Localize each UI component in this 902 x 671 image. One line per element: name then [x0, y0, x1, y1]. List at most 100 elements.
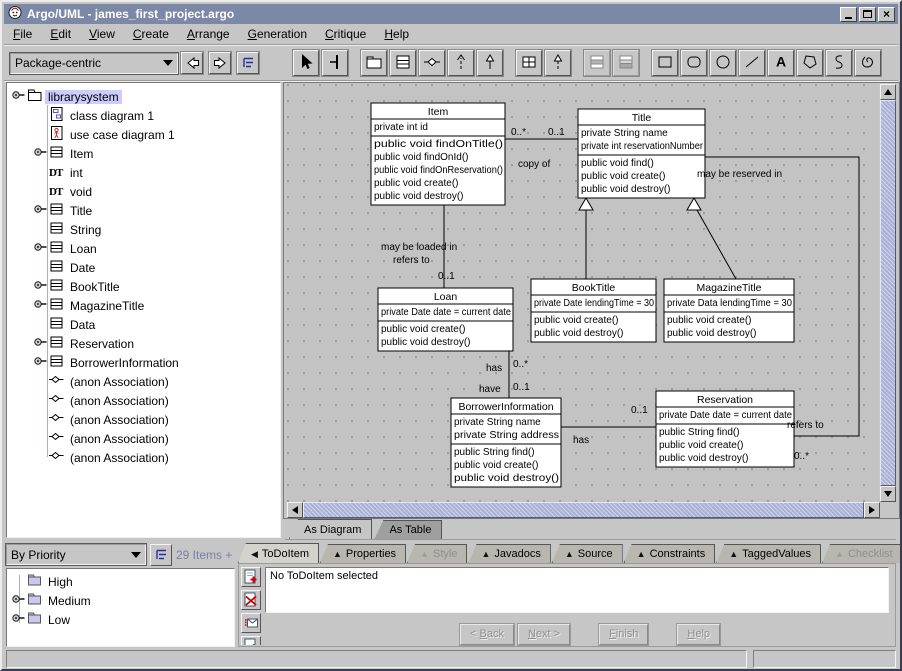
tab-checklist[interactable]: ▲Checklist	[822, 544, 902, 563]
tab-properties[interactable]: ▲Properties	[320, 544, 406, 563]
tab-javadocs[interactable]: ▲Javadocs	[468, 544, 550, 563]
todo-tree-layout-button[interactable]	[150, 544, 172, 566]
realization-tool-button[interactable]	[545, 50, 571, 76]
uml-class-booktitle[interactable]: BookTitleprivate Date lendingTime = 30pu…	[531, 279, 656, 342]
tree-item-loan[interactable]: Loan	[7, 239, 280, 258]
tree-item-anon-association[interactable]: (anon Association)	[7, 429, 280, 448]
todo-item-medium[interactable]: Medium	[7, 591, 234, 610]
tree-item-booktitle[interactable]: BookTitle	[7, 277, 280, 296]
expand-handle-icon[interactable]	[33, 334, 47, 353]
tree-item-anon-association[interactable]: (anon Association)	[7, 391, 280, 410]
expand-handle-icon[interactable]	[33, 353, 47, 372]
snooze-todo-button[interactable]	[241, 636, 261, 645]
tab-as-diagram[interactable]: As Diagram	[289, 519, 372, 539]
ink-tool-button[interactable]	[855, 50, 881, 76]
tree-item-string[interactable]: String	[7, 220, 280, 239]
menu-file[interactable]: File	[4, 25, 41, 43]
close-button[interactable]: ×	[878, 7, 895, 22]
uml-class-item[interactable]: Itemprivate int idpublic void findOnTitl…	[371, 103, 505, 205]
minimize-button[interactable]	[840, 7, 857, 22]
help-button[interactable]: Help	[677, 624, 720, 645]
expand-handle-icon[interactable]	[33, 277, 47, 296]
tab-taggedvalues[interactable]: ▲TaggedValues	[716, 544, 821, 563]
nav-back-button[interactable]	[181, 52, 203, 74]
todo-perspective-combo[interactable]: By Priority	[6, 544, 146, 565]
finish-button[interactable]: Finish	[599, 624, 648, 645]
tree-item-int[interactable]: DT int	[7, 163, 280, 182]
menu-critique[interactable]: Critique	[316, 25, 375, 43]
tree-item-borrowerinformation[interactable]: BorrowerInformation	[7, 353, 280, 372]
uml-class-borrowerinformation[interactable]: BorrowerInformationprivate String namepr…	[451, 398, 561, 487]
menu-edit[interactable]: Edit	[41, 25, 80, 43]
tab-constraints[interactable]: ▲Constraints	[624, 544, 716, 563]
menu-arrange[interactable]: Arrange	[178, 25, 239, 43]
vertical-scrollbar[interactable]	[880, 84, 896, 502]
operation-tool-button[interactable]	[613, 50, 639, 76]
tree-item-reservation[interactable]: Reservation	[7, 334, 280, 353]
expand-handle-icon[interactable]	[33, 144, 47, 163]
tree-item-librarysystem[interactable]: librarysystem	[7, 87, 280, 106]
rectangle-tool-button[interactable]	[652, 50, 678, 76]
class-tool-button[interactable]	[390, 50, 416, 76]
todo-item-low[interactable]: Low	[7, 610, 234, 629]
tree-item-anon-association[interactable]: (anon Association)	[7, 448, 280, 467]
diagram-canvas[interactable]: Itemprivate int idpublic void findOnTitl…	[287, 84, 879, 502]
next-button[interactable]: Next >	[518, 624, 570, 645]
tree-item-anon-association[interactable]: (anon Association)	[7, 372, 280, 391]
expand-handle-icon[interactable]	[11, 610, 25, 629]
circle-tool-button[interactable]	[710, 50, 736, 76]
association-tool-button[interactable]	[419, 50, 445, 76]
tree-item-anon-association[interactable]: (anon Association)	[7, 410, 280, 429]
tree-item-item[interactable]: Item	[7, 144, 280, 163]
nav-forward-button[interactable]	[209, 52, 231, 74]
text-tool-button[interactable]: A	[768, 50, 794, 76]
tab-as-table[interactable]: As Table	[374, 520, 442, 539]
menu-create[interactable]: Create	[124, 25, 178, 43]
attribute-tool-button[interactable]	[584, 50, 610, 76]
tree-item-date[interactable]: Date	[7, 258, 280, 277]
tree-layout-button[interactable]	[237, 52, 259, 74]
menu-generation[interactable]: Generation	[239, 25, 316, 43]
expand-handle-icon[interactable]	[33, 201, 47, 220]
dependency-tool-button[interactable]	[448, 50, 474, 76]
expand-handle-icon[interactable]	[33, 239, 47, 258]
email-todo-button[interactable]	[241, 613, 261, 633]
horizontal-scroll-thumb[interactable]	[303, 502, 864, 518]
menu-help[interactable]: Help	[375, 25, 418, 43]
expand-handle-icon[interactable]	[11, 591, 25, 610]
broom-tool-button[interactable]	[322, 50, 348, 76]
tree-item-title[interactable]: Title	[7, 201, 280, 220]
rounded-rectangle-tool-button[interactable]	[681, 50, 707, 76]
spline-tool-button[interactable]	[826, 50, 852, 76]
tree-item-data[interactable]: Data	[7, 315, 280, 334]
tree-item-void[interactable]: DT void	[7, 182, 280, 201]
polygon-tool-button[interactable]	[797, 50, 823, 76]
uml-class-title[interactable]: Titleprivate String nameprivate int rese…	[578, 109, 705, 198]
horizontal-scrollbar[interactable]	[287, 502, 880, 518]
composite-tool-button[interactable]	[516, 50, 542, 76]
tree-item-use-case-diagram-1[interactable]: use case diagram 1	[7, 125, 280, 144]
scroll-up-button[interactable]	[880, 84, 896, 100]
tab-style[interactable]: ▲Style	[407, 544, 467, 563]
back-button[interactable]: < Back	[460, 624, 514, 645]
delete-todo-button[interactable]	[241, 590, 261, 610]
tree-item-magazinetitle[interactable]: MagazineTitle	[7, 296, 280, 315]
uml-class-loan[interactable]: Loanprivate Date date = current datepubl…	[378, 288, 513, 351]
tab-source[interactable]: ▲Source	[552, 544, 623, 563]
line-tool-button[interactable]	[739, 50, 765, 76]
uml-class-reservation[interactable]: Reservationprivate Date date = current d…	[656, 391, 794, 467]
select-tool-button[interactable]	[293, 50, 319, 76]
vertical-scroll-thumb[interactable]	[880, 100, 896, 486]
perspective-combo[interactable]: Package-centric	[10, 53, 178, 74]
scroll-left-button[interactable]	[287, 502, 303, 518]
generalization-tool-button[interactable]	[477, 50, 503, 76]
scroll-right-button[interactable]	[864, 502, 880, 518]
menu-view[interactable]: View	[80, 25, 124, 43]
uml-class-magazinetitle[interactable]: MagazineTitleprivate Data lendingTime = …	[664, 279, 794, 342]
tab-todoitem[interactable]: ◀ToDoItem	[238, 543, 319, 563]
new-todo-button[interactable]	[241, 567, 261, 587]
scroll-down-button[interactable]	[880, 486, 896, 502]
maximize-button[interactable]	[859, 7, 876, 22]
expand-handle-icon[interactable]	[11, 87, 25, 106]
expand-handle-icon[interactable]	[33, 296, 47, 315]
